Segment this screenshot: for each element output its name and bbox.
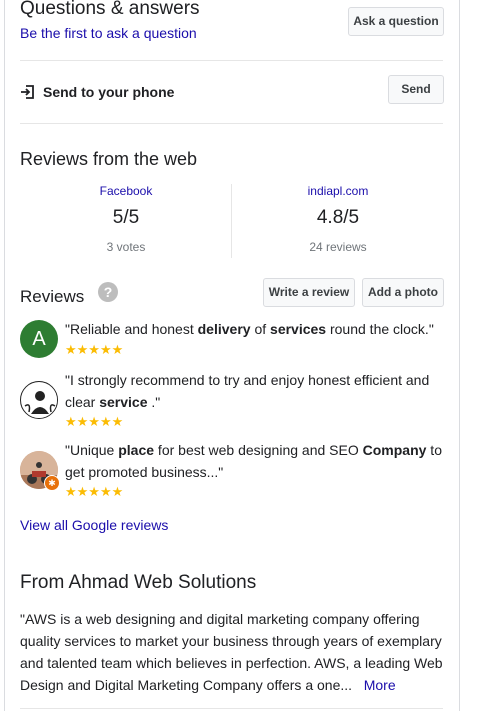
- divider: [20, 60, 443, 61]
- user-avatar-icon: [22, 383, 57, 418]
- left-border: [4, 0, 5, 711]
- view-all-reviews-link[interactable]: View all Google reviews: [20, 517, 168, 533]
- avatar-initial: A: [32, 328, 46, 350]
- web-review-source-indiapl[interactable]: indiapl.com: [232, 184, 444, 198]
- review-text-3: "Unique place for best web designing and…: [65, 442, 442, 480]
- qa-first-question-link[interactable]: Be the first to ask a question: [20, 25, 197, 41]
- web-review-count-facebook: 3 votes: [106, 240, 146, 254]
- help-icon[interactable]: ?: [98, 282, 118, 302]
- web-review-score-indiapl: 4.8/5: [316, 207, 360, 228]
- review-stars-2: ★★★★★: [65, 414, 124, 429]
- from-title: From Ahmad Web Solutions: [20, 572, 257, 593]
- reviews-title: Reviews: [20, 287, 85, 306]
- avatar[interactable]: [20, 381, 58, 419]
- review-text-1: "Reliable and honest delivery of service…: [65, 321, 434, 337]
- divider: [20, 708, 443, 709]
- web-reviews-title: Reviews from the web: [20, 149, 198, 169]
- qa-title: Questions & answers: [20, 0, 200, 19]
- web-review-count-indiapl: 24 reviews: [309, 240, 367, 254]
- avatar[interactable]: A: [20, 320, 58, 358]
- right-border: [459, 0, 460, 711]
- avatar[interactable]: ✱: [20, 451, 60, 491]
- send-button[interactable]: Send: [388, 75, 444, 104]
- web-review-score-facebook: 5/5: [112, 207, 140, 228]
- divider: [20, 123, 443, 124]
- send-to-phone-icon: [20, 84, 36, 100]
- from-description: "AWS is a web designing and digital mark…: [20, 608, 448, 696]
- local-guide-badge-icon: ✱: [44, 475, 60, 491]
- review-stars-1: ★★★★★: [65, 342, 124, 357]
- review-text-2: "I strongly recommend to try and enjoy h…: [65, 372, 430, 410]
- send-to-phone-label[interactable]: Send to your phone: [43, 84, 174, 100]
- ask-question-button[interactable]: Ask a question: [348, 7, 444, 36]
- web-review-source-facebook[interactable]: Facebook: [20, 184, 232, 198]
- review-stars-3: ★★★★★: [65, 484, 124, 499]
- write-review-button[interactable]: Write a review: [263, 278, 355, 307]
- add-photo-button[interactable]: Add a photo: [362, 278, 444, 307]
- more-link[interactable]: More: [364, 677, 396, 693]
